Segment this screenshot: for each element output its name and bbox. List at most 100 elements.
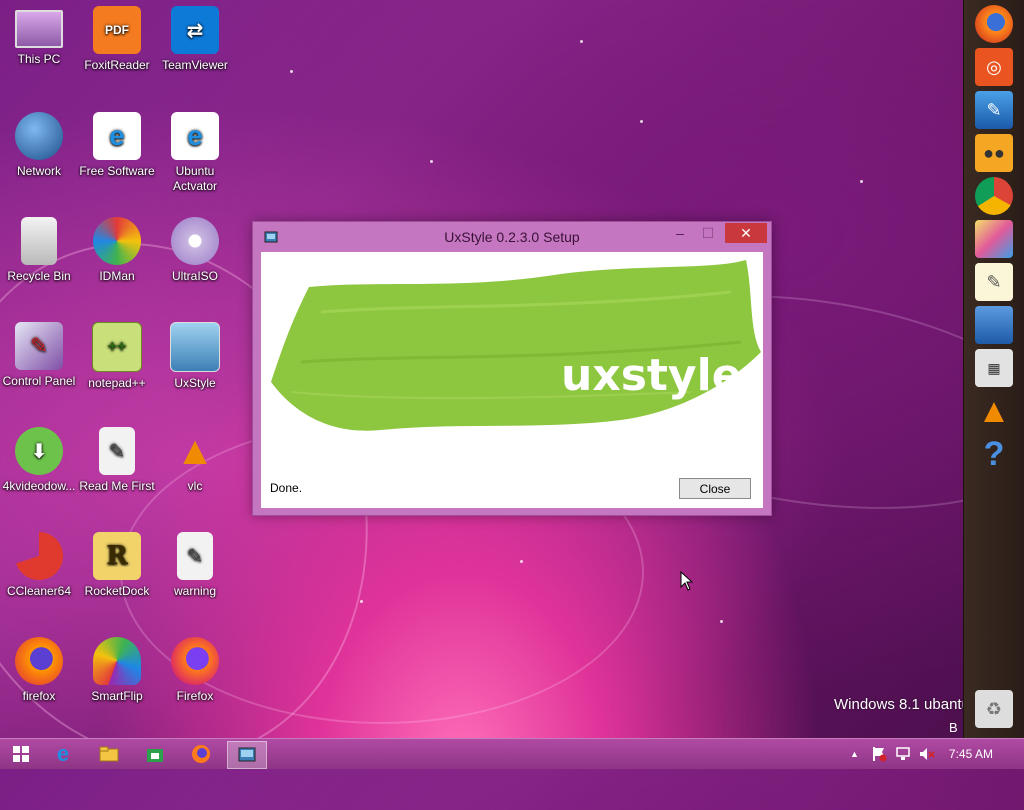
desktop-icon-label: TeamViewer (162, 58, 228, 72)
star (580, 40, 583, 43)
desktop-icon-label: Ubuntu (175, 164, 215, 178)
desktop-icon-label: firefox (22, 689, 56, 703)
star (640, 120, 643, 123)
trash-icon[interactable]: ♻ (975, 690, 1013, 728)
desktop-icon-label: Recycle Bin (7, 269, 71, 283)
window-titlebar[interactable]: UxStyle 0.2.3.0 Setup – ☐ ✕ (253, 222, 771, 252)
status-text: Done. (270, 481, 303, 495)
minimize-button[interactable]: – (671, 223, 689, 243)
network-globe-icon (15, 112, 63, 160)
calculator-icon[interactable]: ▦ (975, 349, 1013, 387)
chrome-icon[interactable] (975, 177, 1013, 215)
desktop-icon-notepad-plus[interactable]: ++ notepad++ (78, 322, 156, 391)
desktop-icon-vlc[interactable]: ▲ vlc (156, 427, 234, 494)
drawing-tablet-icon[interactable]: ✎ (975, 91, 1013, 129)
star (520, 560, 523, 563)
mouse-cursor-icon (680, 571, 694, 591)
desktop-icon-network[interactable]: Network (0, 112, 78, 179)
desktop-icon-label: CCleaner64 (6, 584, 72, 598)
desktop-icon-label: IDMan (99, 269, 135, 283)
desktop-icon-label: warning (173, 584, 217, 598)
rocketdock-icon: R (93, 532, 141, 580)
pdf-icon: PDF (93, 6, 141, 54)
desktop-icon-teamviewer[interactable]: ⇄ TeamViewer (156, 6, 234, 73)
taskbar-file-explorer[interactable] (90, 741, 128, 767)
network-status-icon[interactable] (895, 746, 911, 762)
ccleaner-icon (15, 532, 63, 580)
star (860, 180, 863, 183)
desktop-icon-warning[interactable]: ✎ warning (156, 532, 234, 599)
cloud-download-icon: ⬇ (15, 427, 63, 475)
desktop-icon-label: SmartFlip (91, 689, 143, 703)
maximize-button[interactable]: ☐ (699, 223, 717, 243)
window-content: uxstyle Done. Close (261, 252, 763, 508)
close-button[interactable]: Close (679, 478, 751, 499)
office-doc-icon[interactable] (975, 306, 1013, 344)
file-explorer-icon (99, 746, 119, 762)
desktop-icon-free-software[interactable]: e Free Software (78, 112, 156, 179)
installer-icon (170, 322, 220, 372)
desktop-icon-label: vlc (187, 479, 203, 493)
desktop-icon-rocketdock[interactable]: R RocketDock (78, 532, 156, 599)
desktop-icon-ubuntu-actvator[interactable]: e Ubuntu Actvator (156, 112, 234, 194)
desktop-icon-this-pc[interactable]: This PC (0, 6, 78, 67)
start-button[interactable] (2, 741, 40, 767)
paint-icon[interactable] (975, 220, 1013, 258)
taskbar-store[interactable] (136, 741, 174, 767)
clock-time[interactable]: 7:45 AM (949, 747, 993, 761)
tray-overflow-chevron[interactable]: ▲ (850, 749, 859, 759)
notepad-plus-icon: ++ (92, 322, 142, 372)
action-center-flag-icon[interactable] (871, 746, 887, 762)
desktop-icon-label: UltraISO (171, 269, 218, 283)
volume-muted-icon[interactable] (919, 746, 935, 762)
download-manager-icon (93, 217, 141, 265)
users-group-icon[interactable]: ●● (975, 134, 1013, 172)
document-pen-icon: ✎ (177, 532, 213, 580)
vlc-cone-icon[interactable]: ▲ (975, 392, 1013, 430)
desktop-icon-label: Read Me First (79, 479, 155, 493)
desktop-icon-label: Actvator (172, 179, 217, 193)
pdf-badge-text: PDF (105, 23, 129, 37)
desktop-icon-label: Control Panel (2, 374, 76, 388)
desktop-icon-4kvideodownloader[interactable]: ⬇ 4kvideodow... (0, 427, 78, 494)
desktop-icon-label: 4kvideodow... (2, 479, 76, 493)
close-window-button[interactable]: ✕ (725, 223, 767, 243)
desktop-icon-idman[interactable]: IDMan (78, 217, 156, 284)
desktop-icon-label: notepad++ (88, 376, 146, 390)
desktop-icon-ultraiso[interactable]: UltraISO (156, 217, 234, 284)
document-pen-icon: ✎ (99, 427, 135, 475)
installer-icon (238, 747, 256, 762)
recycle-bin-icon (21, 217, 57, 265)
taskbar-uxstyle[interactable] (227, 741, 267, 769)
desktop-icon-foxitreader[interactable]: PDF FoxitReader (78, 6, 156, 73)
star (720, 620, 723, 623)
help-question-icon[interactable]: ? (975, 435, 1013, 473)
ubuntu-icon[interactable]: ◎ (975, 48, 1013, 86)
desktop-icon-recycle-bin[interactable]: Recycle Bin (0, 217, 78, 284)
os-watermark-build: B (949, 720, 958, 735)
desktop-icon-read-me-first[interactable]: ✎ Read Me First (78, 427, 156, 494)
taskbar-firefox[interactable] (182, 741, 220, 767)
desktop-icon-label: Free Software (79, 164, 155, 178)
desktop-icon-label: FoxitReader (84, 58, 150, 72)
star (360, 600, 363, 603)
firefox-icon (192, 745, 210, 763)
desktop-icon-control-panel[interactable]: ✎ Control Panel (0, 322, 78, 389)
rocketdock-badge-text: R (106, 541, 128, 571)
desktop-icon-uxstyle[interactable]: UxStyle (156, 322, 234, 391)
disc-icon (171, 217, 219, 265)
os-watermark: Windows 8.1 ubantu (834, 696, 970, 713)
desktop-icon-smartflip[interactable]: SmartFlip (78, 637, 156, 704)
taskbar-internet-explorer[interactable]: e (44, 741, 82, 767)
desktop-icon-firefox[interactable]: firefox (0, 637, 78, 704)
notepad-icon[interactable]: ✎ (975, 263, 1013, 301)
desktop-icon-ccleaner[interactable]: CCleaner64 (0, 532, 78, 599)
firefox-icon (171, 637, 219, 685)
control-panel-icon: ✎ (15, 322, 63, 370)
firefox-icon[interactable] (975, 5, 1013, 43)
desktop-icon-firefox-2[interactable]: Firefox (156, 637, 234, 704)
desktop-icon-label: RocketDock (84, 584, 150, 598)
star (430, 160, 433, 163)
uxstyle-logo-text: uxstyle (561, 350, 742, 401)
vlc-cone-icon: ▲ (175, 428, 215, 473)
